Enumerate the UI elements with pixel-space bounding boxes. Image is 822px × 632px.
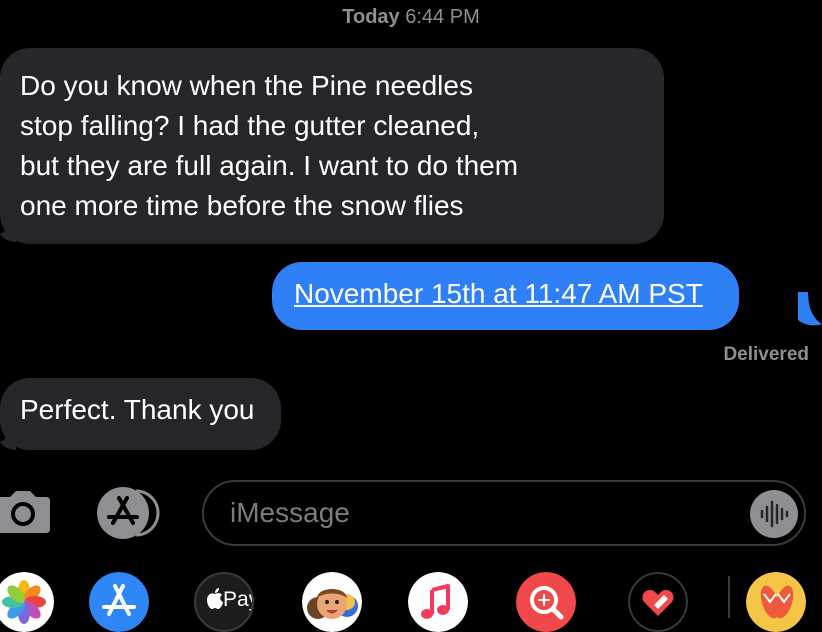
image-search-icon[interactable] [516, 572, 576, 632]
app-store-button-icon[interactable] [96, 486, 166, 540]
bubble-tail [798, 292, 822, 326]
date-link[interactable]: November 15th at 11:47 AM PST [294, 278, 703, 309]
message-bubble-incoming[interactable]: Do you know when the Pine needles stop f… [0, 48, 664, 244]
camera-icon[interactable] [0, 489, 52, 533]
timestamp-time: 6:44 PM [405, 6, 480, 28]
message-line: one more time before the snow flies [20, 190, 464, 221]
message-bubble-outgoing[interactable]: November 15th at 11:47 AM PST [272, 262, 739, 330]
audio-message-icon[interactable] [750, 490, 798, 538]
memoji-icon[interactable] [302, 572, 362, 632]
app-store-icon[interactable] [89, 572, 149, 632]
message-bubble-incoming[interactable]: Perfect. Thank you [0, 378, 281, 450]
photos-icon[interactable] [0, 572, 54, 632]
conversation-timestamp: Today 6:44 PM [0, 6, 822, 29]
apple-logo-icon [207, 588, 223, 609]
apple-pay-label: Pay [223, 588, 252, 611]
message-line: stop falling? I had the gutter cleaned, [20, 110, 480, 141]
message-text: Perfect. Thank you [20, 394, 255, 425]
timestamp-day: Today [342, 6, 400, 28]
message-input-placeholder: iMessage [230, 497, 350, 528]
delivery-status: Delivered [723, 344, 809, 365]
tray-divider [728, 576, 730, 618]
digital-touch-icon[interactable] [628, 572, 688, 632]
apple-pay-icon[interactable]: Pay [194, 572, 254, 632]
message-line: Do you know when the Pine needles [20, 70, 473, 101]
music-icon[interactable] [408, 572, 468, 632]
stickers-icon[interactable] [746, 572, 806, 632]
message-line: but they are full again. I want to do th… [20, 150, 519, 181]
message-input[interactable]: iMessage [202, 480, 806, 546]
